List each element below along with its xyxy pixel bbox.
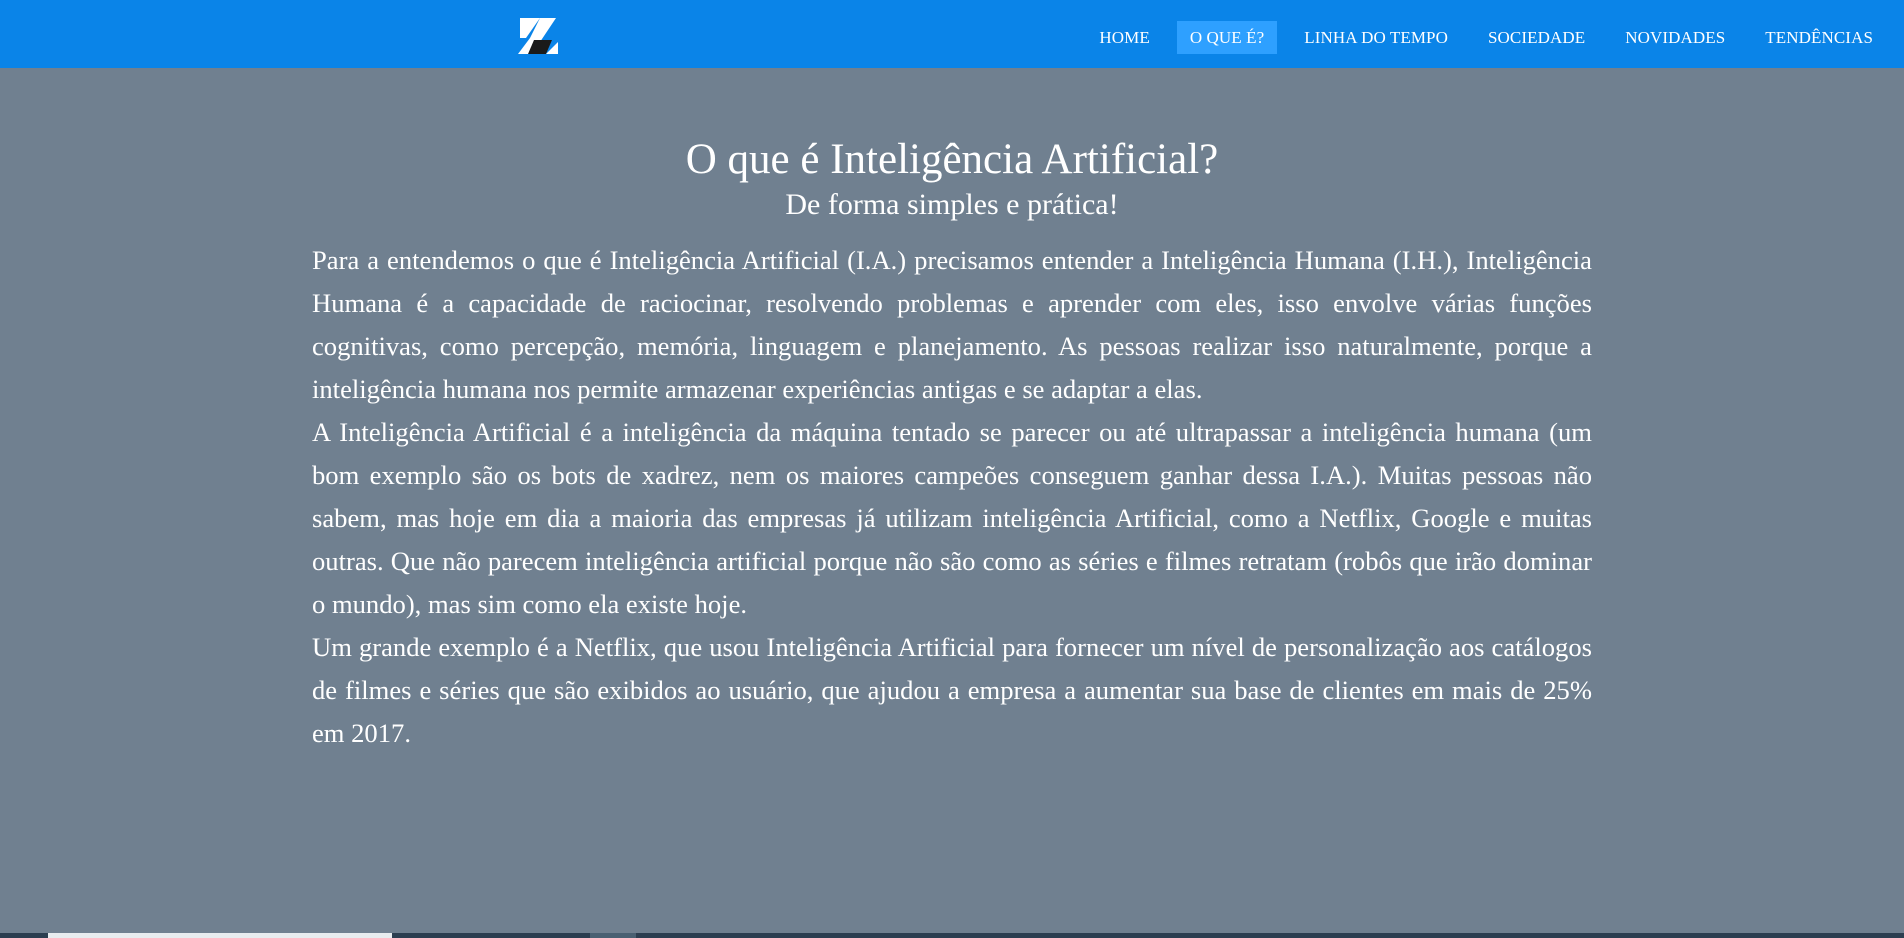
zz-logo-icon[interactable] bbox=[516, 16, 560, 56]
main-content: O que é Inteligência Artificial? De form… bbox=[312, 133, 1592, 755]
nav-linha-do-tempo-link[interactable]: LINHA DO TEMPO bbox=[1291, 21, 1461, 54]
nav-o-que-e-link[interactable]: O QUE É? bbox=[1176, 21, 1278, 54]
nav-home-link[interactable]: HOME bbox=[1086, 21, 1162, 54]
top-navbar: HOME O QUE É? LINHA DO TEMPO SOCIEDADE N… bbox=[0, 0, 1904, 68]
main-nav: HOME O QUE É? LINHA DO TEMPO SOCIEDADE N… bbox=[1086, 21, 1886, 54]
scrollbar-thumb[interactable] bbox=[48, 933, 392, 938]
paragraph-netflix-example: Um grande exemplo é a Netflix, que usou … bbox=[312, 632, 1592, 748]
bottom-scrollbar[interactable] bbox=[0, 933, 1904, 938]
scrollbar-marker bbox=[590, 933, 636, 938]
nav-sociedade-link[interactable]: SOCIEDADE bbox=[1475, 21, 1598, 54]
page-title: O que é Inteligência Artificial? bbox=[685, 136, 1219, 183]
nav-tendencias-link[interactable]: TENDÊNCIAS bbox=[1752, 21, 1886, 54]
paragraph-artificial-intelligence: A Inteligência Artificial é a inteligênc… bbox=[312, 417, 1592, 619]
page-subtitle: De forma simples e prática! bbox=[785, 188, 1119, 221]
nav-novidades-link[interactable]: NOVIDADES bbox=[1612, 21, 1738, 54]
paragraph-human-intelligence: Para a entendemos o que é Inteligência A… bbox=[312, 245, 1592, 404]
article-body: Para a entendemos o que é Inteligência A… bbox=[312, 239, 1592, 755]
